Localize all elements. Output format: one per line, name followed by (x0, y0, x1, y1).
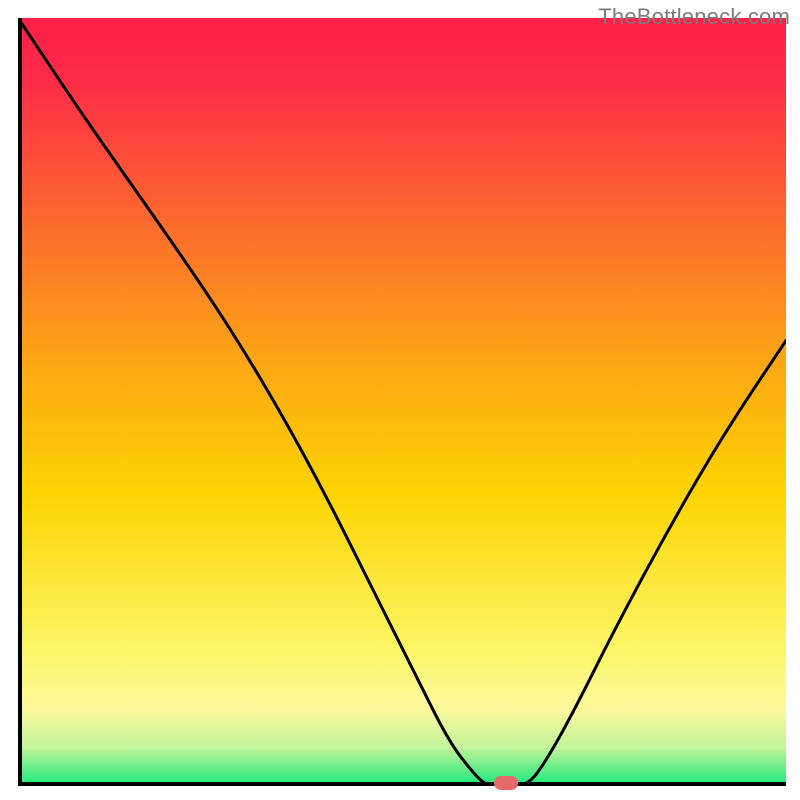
x-axis (18, 782, 786, 786)
watermark-text: TheBottleneck.com (598, 4, 790, 30)
plot-gradient-background (18, 18, 786, 786)
optimal-point-marker (494, 776, 518, 790)
bottleneck-chart: TheBottleneck.com (0, 0, 800, 800)
y-axis (18, 18, 22, 786)
